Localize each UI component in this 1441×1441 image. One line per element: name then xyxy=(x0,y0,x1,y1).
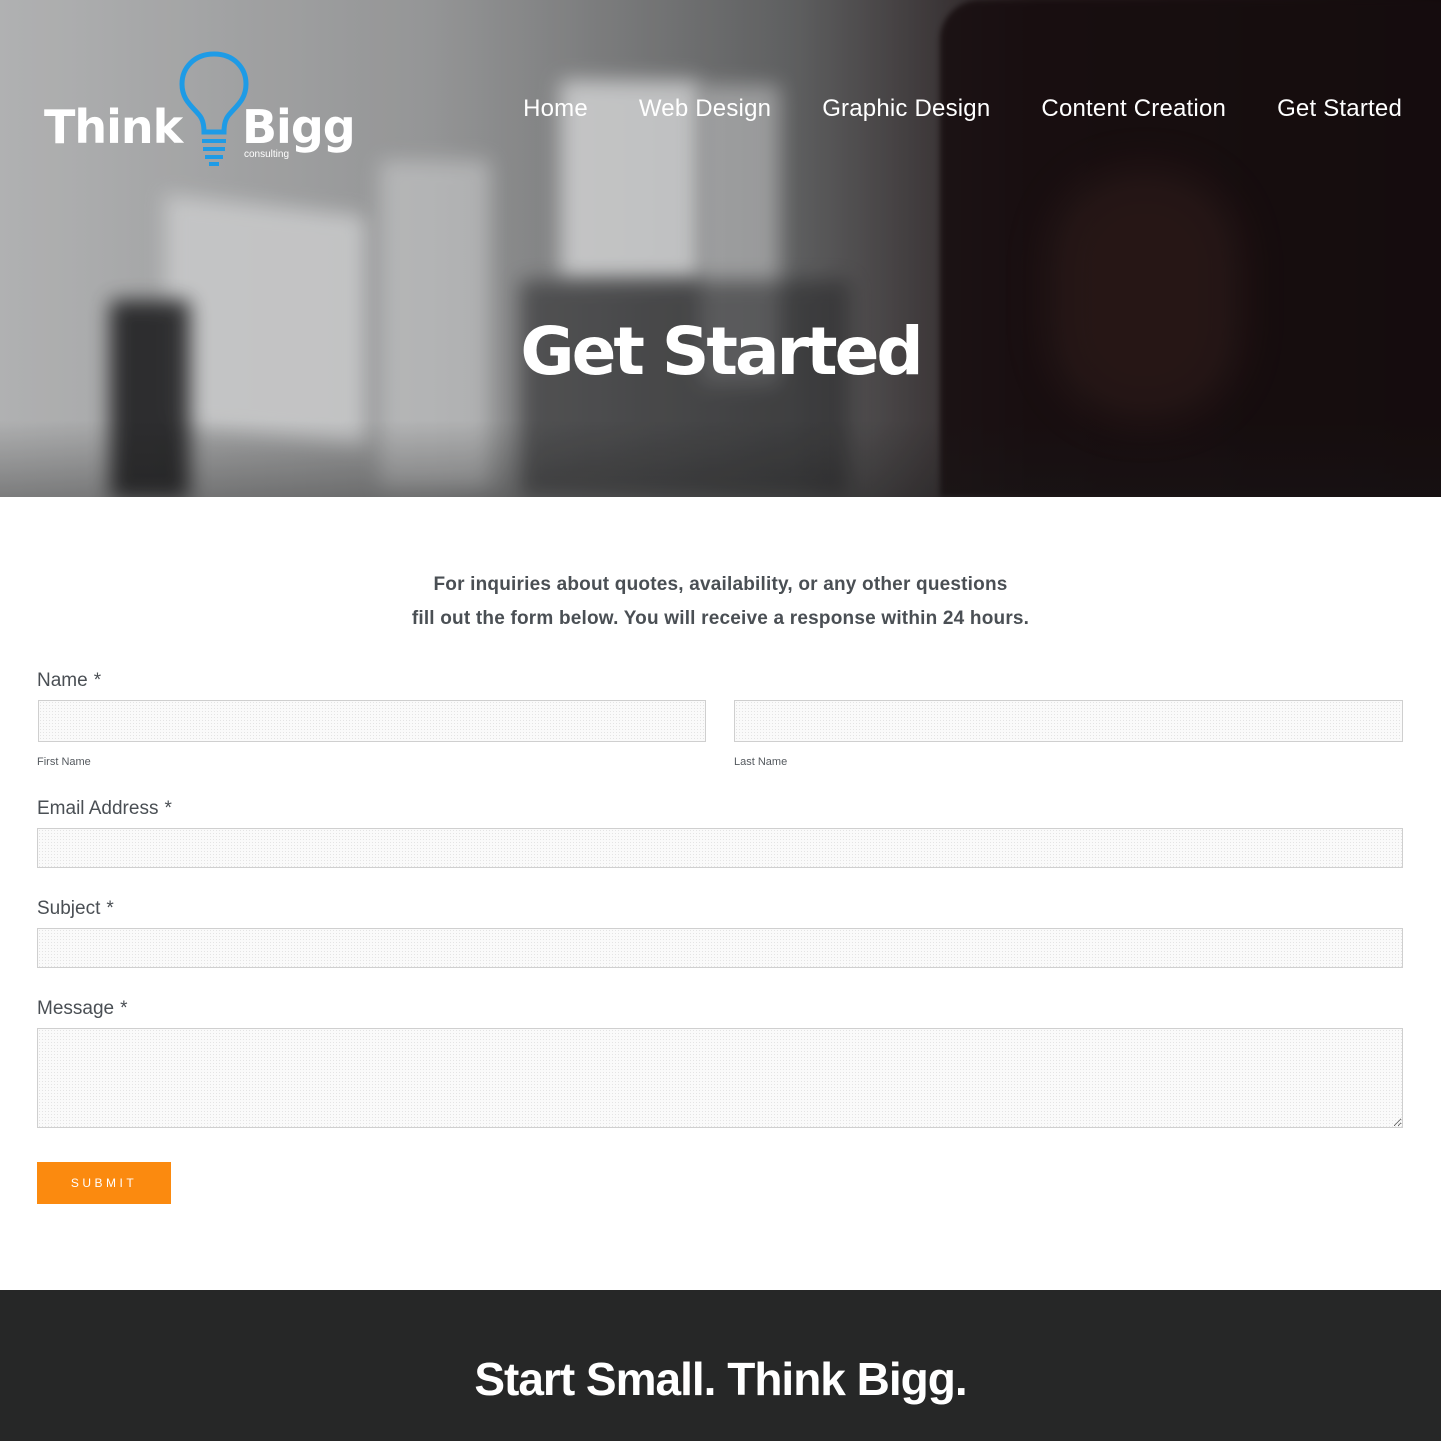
form-intro: For inquiries about quotes, availability… xyxy=(0,568,1441,636)
nav-web-design[interactable]: Web Design xyxy=(639,95,771,123)
logo-text-think: Think xyxy=(44,100,183,154)
message-label-text: Message xyxy=(37,998,115,1019)
logo-text-bigg: Bigg xyxy=(242,100,356,154)
name-label: Name * xyxy=(37,670,101,692)
required-marker: * xyxy=(120,998,128,1019)
subject-input[interactable] xyxy=(37,928,1403,968)
nav-home[interactable]: Home xyxy=(523,95,588,123)
submit-button[interactable]: SUBMIT xyxy=(37,1162,171,1204)
nav-get-started[interactable]: Get Started xyxy=(1277,95,1402,123)
first-name-sublabel: First Name xyxy=(37,756,91,768)
nav-graphic-design[interactable]: Graphic Design xyxy=(822,95,990,123)
required-marker: * xyxy=(164,798,172,819)
required-marker: * xyxy=(106,898,114,919)
message-label: Message * xyxy=(37,998,128,1020)
nav-content-creation[interactable]: Content Creation xyxy=(1041,95,1226,123)
logo-text-consulting: consulting xyxy=(244,149,290,160)
name-label-text: Name xyxy=(37,670,88,691)
last-name-input[interactable] xyxy=(734,700,1403,742)
message-textarea[interactable] xyxy=(37,1028,1403,1128)
footer-tagline: Start Small. Think Bigg. xyxy=(474,1353,967,1405)
last-name-sublabel: Last Name xyxy=(734,756,788,768)
required-marker: * xyxy=(93,670,102,691)
email-label-text: Email Address xyxy=(37,798,159,819)
subject-label: Subject * xyxy=(37,898,114,920)
email-input[interactable] xyxy=(37,828,1403,868)
page-title: Get Started xyxy=(520,313,923,390)
subject-label-text: Subject xyxy=(37,898,101,919)
form-intro-line: fill out the form below. You will receiv… xyxy=(411,608,1030,629)
first-name-input[interactable] xyxy=(38,700,706,742)
main-navigation: Home Web Design Graphic Design Content C… xyxy=(523,95,1402,123)
hero-banner: Think Bigg consulting Home Web Design Gr… xyxy=(0,0,1441,497)
site-logo[interactable]: Think Bigg consulting xyxy=(44,48,356,173)
form-intro-line: For inquiries about quotes, availability… xyxy=(433,574,1008,595)
email-label: Email Address * xyxy=(37,798,172,820)
